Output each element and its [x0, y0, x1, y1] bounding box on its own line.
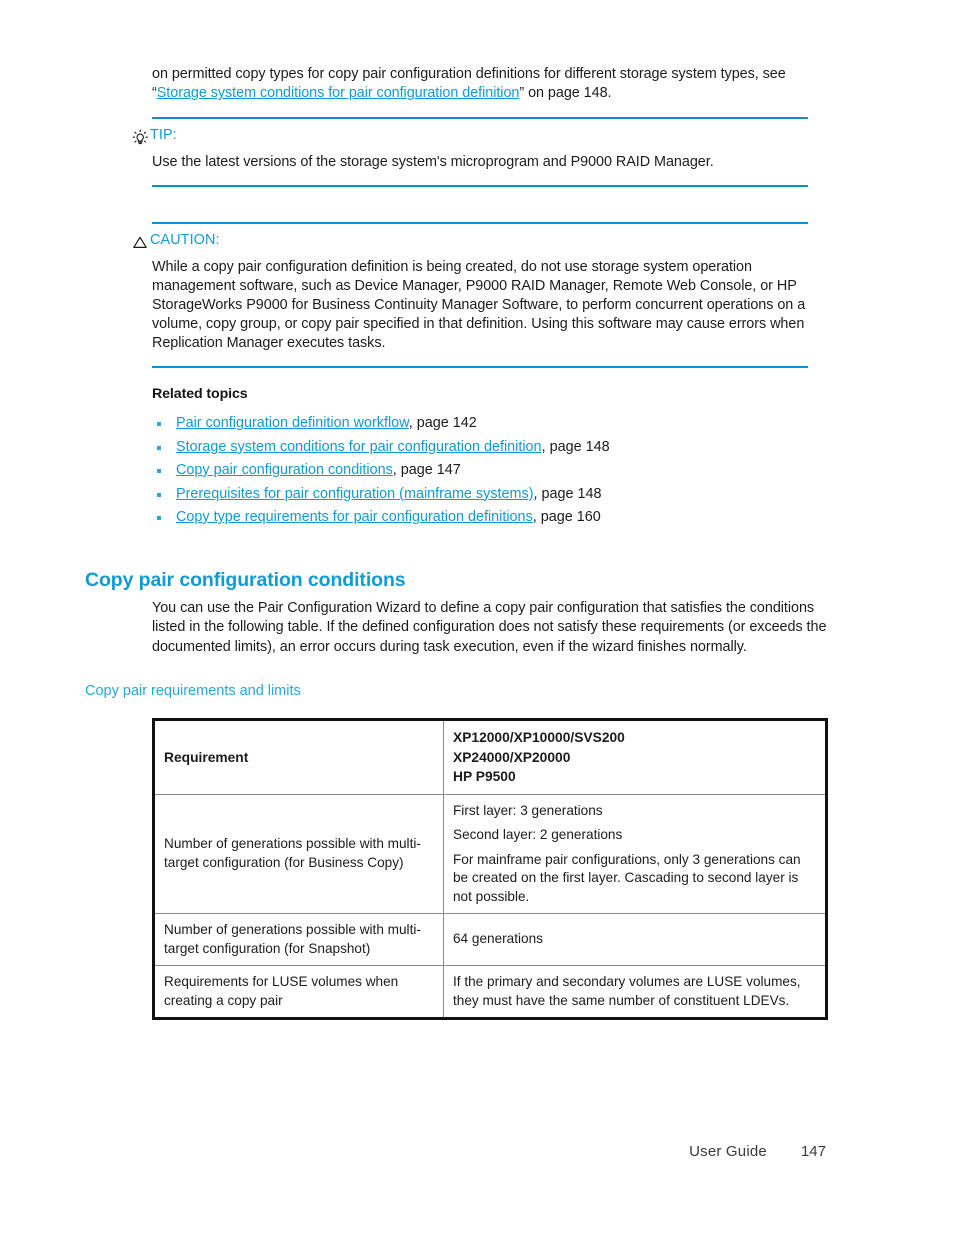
list-item: Prerequisites for pair configuration (ma… [152, 483, 832, 507]
related-topic-link[interactable]: Copy type requirements for pair configur… [176, 509, 533, 525]
bullet-icon [157, 469, 161, 473]
table-cell-value: First layer: 3 generations Second layer:… [443, 793, 827, 914]
related-topic-link[interactable]: Prerequisites for pair configuration (ma… [176, 486, 534, 502]
table-cell-requirement: Requirements for LUSE volumes when creat… [153, 965, 444, 1019]
value-line-2: Second layer: 2 generations [453, 827, 623, 842]
caution-admonition: CAUTION: While a copy pair configuration… [133, 222, 808, 369]
page-footer: User Guide 147 [0, 1143, 954, 1160]
bullet-icon [157, 516, 161, 520]
table-cell-value: If the primary and secondary volumes are… [443, 965, 827, 1019]
related-topic-page: , page 147 [392, 462, 461, 478]
tip-body: Use the latest versions of the storage s… [152, 154, 714, 170]
related-topics-title: Related topics [152, 386, 248, 402]
list-item: Pair configuration definition workflow, … [152, 412, 832, 436]
table-header: Requirement XP12000/XP10000/SVS200 XP240… [153, 719, 827, 795]
related-topic-page: , page 148 [541, 438, 610, 455]
table-cell-requirement: Number of generations possible with mult… [153, 793, 444, 914]
table-header-requirement: Requirement [153, 719, 444, 795]
related-topic-page: , page 148 [533, 485, 602, 502]
related-topic-link[interactable]: Storage system conditions for pair confi… [176, 439, 542, 455]
caution-body: While a copy pair configuration definiti… [152, 259, 806, 352]
tip-label: TIP: [150, 127, 177, 143]
tip-top-rule [152, 117, 808, 119]
table-row: Requirements for LUSE volumes when creat… [153, 965, 827, 1019]
table-cell-value: 64 generations [443, 913, 827, 966]
tip-header: TIP: [130, 126, 808, 146]
bullet-icon [157, 422, 161, 426]
page-number: 147 [800, 1143, 826, 1160]
caution-bottom-rule [152, 366, 808, 369]
table-body: Number of generations possible with mult… [153, 793, 827, 1019]
warning-triangle-icon [130, 233, 150, 251]
caution-label: CAUTION: [150, 232, 220, 248]
value-line-1: First layer: 3 generations [453, 802, 603, 818]
related-topic-link[interactable]: Pair configuration definition workflow [176, 415, 409, 431]
table-header-storage-systems: XP12000/XP10000/SVS200 XP24000/XP20000 H… [443, 719, 827, 795]
document-page: on permitted copy types for copy pair co… [0, 0, 954, 1235]
lightbulb-icon [130, 128, 150, 146]
related-topic-page: , page 160 [532, 509, 601, 525]
bullet-icon [157, 445, 161, 450]
table-caption: Copy pair requirements and limits [85, 683, 301, 699]
tip-admonition: TIP: Use the latest versions of the stor… [132, 117, 808, 188]
intro-paragraph: on permitted copy types for copy pair co… [152, 65, 830, 103]
link-storage-system-conditions[interactable]: Storage system conditions for pair confi… [157, 85, 520, 101]
tip-bottom-rule [152, 185, 808, 188]
related-topics-section: Related topics Pair configuration defini… [152, 386, 832, 530]
section-paragraph: You can use the Pair Configuration Wizar… [152, 600, 827, 655]
list-item: Copy pair configuration conditions, page… [152, 459, 832, 483]
list-item: Storage system conditions for pair confi… [152, 436, 832, 460]
header-line-2: XP24000/XP20000 [453, 749, 571, 765]
value-line-3: For mainframe pair configurations, only … [453, 851, 801, 904]
caution-top-rule [152, 222, 808, 224]
related-topics-list: Pair configuration definition workflow, … [152, 412, 832, 530]
intro-text-after: ” on page 148. [519, 85, 612, 102]
footer-label: User Guide [689, 1143, 767, 1160]
requirements-table: Requirement XP12000/XP10000/SVS200 XP240… [152, 718, 828, 1020]
related-topic-page: , page 142 [408, 415, 477, 431]
page-title: Copy pair configuration conditions [85, 569, 406, 592]
related-topic-link[interactable]: Copy pair configuration conditions [176, 462, 393, 478]
table-row: Number of generations possible with mult… [153, 913, 827, 966]
header-line-1: XP12000/XP10000/SVS200 [453, 730, 625, 745]
header-line-3: HP P9500 [453, 769, 516, 784]
table-header-row: Requirement XP12000/XP10000/SVS200 XP240… [153, 719, 827, 795]
table-row: Number of generations possible with mult… [153, 793, 827, 914]
bullet-icon [157, 492, 161, 497]
list-item: Copy type requirements for pair configur… [152, 506, 832, 530]
table-cell-requirement: Number of generations possible with mult… [153, 913, 444, 966]
caution-header: CAUTION: [130, 231, 808, 249]
